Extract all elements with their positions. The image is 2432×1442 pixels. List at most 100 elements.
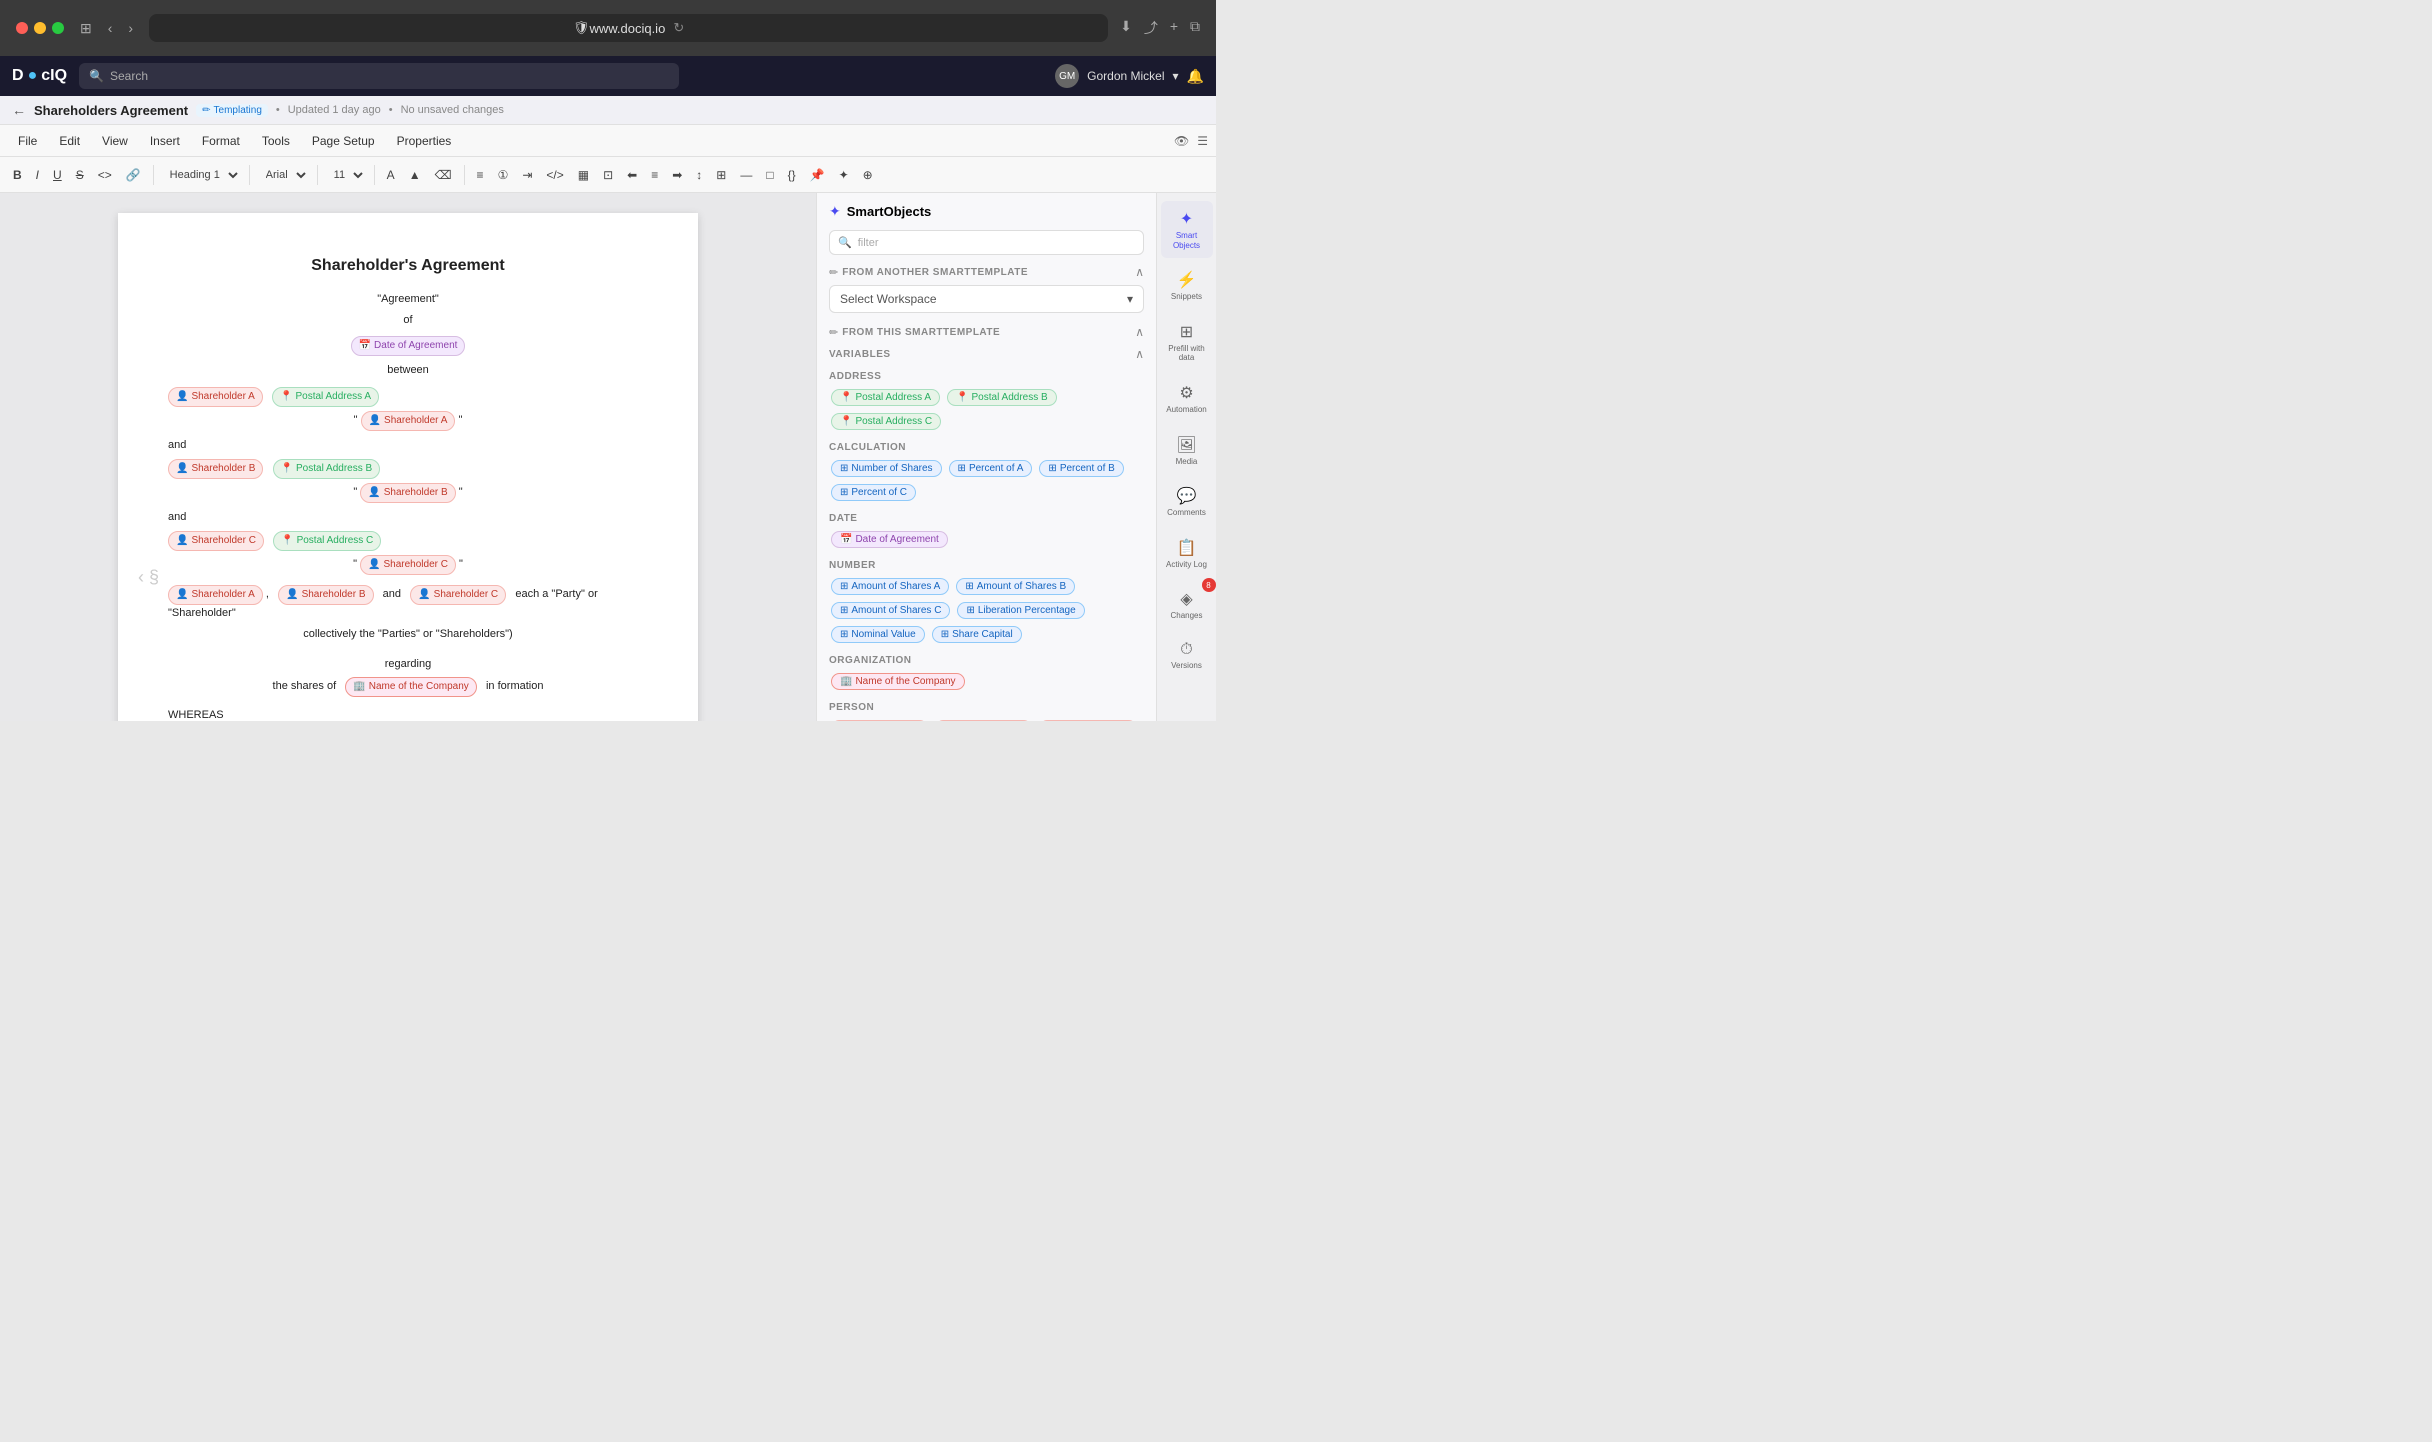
shc-inline-chip[interactable]: 👤 Shareholder C [410,585,506,605]
back-button[interactable]: ← [12,102,26,118]
close-button[interactable] [16,22,28,34]
person-icon-ai: 👤 [176,587,188,603]
tab-media[interactable]: 🖼 Media [1161,427,1213,475]
postal-address-b-chip[interactable]: 📍 Postal Address B [273,459,381,479]
var-liberation-percentage[interactable]: ⊞ Liberation Percentage [957,602,1084,619]
align-left-button[interactable]: ⬅ [622,165,642,185]
minimize-button[interactable] [34,22,46,34]
code-button[interactable]: <> [93,165,117,185]
shareholder-b-chip[interactable]: 👤 Shareholder B [168,459,263,479]
tab-snippets[interactable]: ⚡ Snippets [1161,262,1213,310]
tab-versions[interactable]: ⏱ Versions [1161,633,1213,679]
postal-address-a-chip[interactable]: 📍 Postal Address A [272,387,379,407]
embed-button[interactable]: </> [541,165,568,185]
shareholder-a-chip[interactable]: 👤 Shareholder A [168,387,263,407]
maximize-button[interactable] [52,22,64,34]
tab-comments[interactable]: 💬 Comments [1161,478,1213,526]
var-percent-of-c[interactable]: ⊞ Percent of C [831,484,916,501]
special-button[interactable]: ✦ [834,165,854,185]
formula-button[interactable]: {} [783,165,801,185]
italic-button[interactable]: I [31,165,44,185]
var-shareholder-a[interactable]: 👤 Shareholder A [831,720,928,721]
shape-button[interactable]: □ [761,165,778,185]
format-clear-button[interactable]: ⌫ [430,165,457,185]
table-button[interactable]: ▦ [573,165,594,185]
var-name-of-company[interactable]: 🏢 Name of the Company [831,673,965,690]
from-this-collapse[interactable]: ∧ [1135,325,1144,339]
font-size-select[interactable]: 11 [325,166,367,184]
preview-icon[interactable]: 👁 [1174,134,1189,148]
shareholder-c-chip[interactable]: 👤 Shareholder C [168,531,264,551]
tabs-icon[interactable]: ⧉ [1190,18,1200,38]
menu-format[interactable]: Format [192,130,250,152]
bold-button[interactable]: B [8,165,27,185]
var-postal-address-a[interactable]: 📍 Postal Address A [831,389,940,406]
highlight-button[interactable]: ▲ [404,165,426,185]
var-amount-shares-b[interactable]: ⊞ Amount of Shares B [956,578,1075,595]
divider-insert-button[interactable]: — [735,165,757,185]
align-center-button[interactable]: ≡ [646,165,663,185]
pin-button[interactable]: 📌 [805,165,830,185]
var-amount-shares-a[interactable]: ⊞ Amount of Shares A [831,578,949,595]
underline-button[interactable]: U [48,165,67,185]
menu-icon[interactable]: ☰ [1197,134,1208,148]
tab-prefill[interactable]: ⊞ Prefill with data [1161,314,1213,371]
tab-changes[interactable]: ◈ Changes 8 [1161,581,1213,629]
postal-address-c-chip[interactable]: 📍 Postal Address C [273,531,381,551]
columns-button[interactable]: ⊞ [711,165,731,185]
font-select[interactable]: Arial [257,166,310,184]
more-button[interactable]: ⊕ [858,165,878,185]
back-nav[interactable]: ‹ [104,16,117,40]
var-amount-shares-c[interactable]: ⊞ Amount of Shares C [831,602,950,619]
heading-style-select[interactable]: Heading 1 [161,166,242,184]
var-shareholder-b[interactable]: 👤 Shareholder B [935,720,1032,721]
link-button[interactable]: 🔗 [121,165,146,185]
var-share-capital[interactable]: ⊞ Share Capital [932,626,1022,643]
forward-nav[interactable]: › [124,16,137,40]
shareholder-b-var-chip[interactable]: 👤 Shareholder B [360,483,455,503]
strikethrough-button[interactable]: S [71,165,89,185]
menu-edit[interactable]: Edit [49,130,90,152]
var-percent-of-b[interactable]: ⊞ Percent of B [1039,460,1123,477]
menu-view[interactable]: View [92,130,138,152]
shareholder-c-var-chip[interactable]: 👤 Shareholder C [360,555,456,575]
tab-activity-log[interactable]: 📋 Activity Log [1161,530,1213,578]
var-nominal-value[interactable]: ⊞ Nominal Value [831,626,925,643]
text-color-button[interactable]: A [382,165,400,185]
from-another-collapse[interactable]: ∧ [1135,265,1144,279]
var-number-of-shares[interactable]: ⊞ Number of Shares [831,460,942,477]
indent-button[interactable]: ⇥ [517,165,537,185]
new-tab-icon[interactable]: + [1170,18,1178,38]
menu-properties[interactable]: Properties [387,130,462,152]
sha-inline-chip[interactable]: 👤 Shareholder A [168,585,263,605]
share-icon[interactable]: ⤴ [1144,18,1158,38]
align-right-button[interactable]: ➡ [667,165,687,185]
notification-icon[interactable]: 🔔 [1187,68,1204,85]
var-percent-of-a[interactable]: ⊞ Percent of A [949,460,1033,477]
date-of-agreement-chip[interactable]: 📅 Date of Agreement [351,336,466,356]
line-spacing-button[interactable]: ↕ [691,165,707,185]
workspace-select[interactable]: Select Workspace ▾ [829,285,1144,313]
var-postal-address-b[interactable]: 📍 Postal Address B [947,389,1057,406]
menu-page-setup[interactable]: Page Setup [302,130,385,152]
tab-automation[interactable]: ⚙ Automation [1161,375,1213,423]
var-postal-address-c[interactable]: 📍 Postal Address C [831,413,941,430]
shareholder-a-var-chip[interactable]: 👤 Shareholder A [361,411,456,431]
menu-tools[interactable]: Tools [252,130,300,152]
sidebar-toggle[interactable]: ⊞ [76,16,96,41]
align-button[interactable]: ⊡ [598,165,618,185]
menu-insert[interactable]: Insert [140,130,190,152]
menu-file[interactable]: File [8,130,47,152]
filter-input[interactable]: 🔍 filter [829,230,1144,255]
var-shareholder-c[interactable]: 👤 Shareholder C [1039,720,1137,721]
search-bar[interactable]: 🔍 Search [79,63,679,89]
address-bar[interactable]: 🛡 www.dociq.io ↻ [149,14,1108,42]
shb-inline-chip[interactable]: 👤 Shareholder B [278,585,373,605]
name-of-company-chip[interactable]: 🏢 Name of the Company [345,677,477,697]
numbered-list-button[interactable]: ① [493,165,514,185]
tab-smartobjects[interactable]: ✦ Smart Objects [1161,201,1213,258]
download-icon[interactable]: ⬇ [1120,18,1132,38]
variables-collapse[interactable]: ∧ [1135,347,1144,361]
var-date-of-agreement[interactable]: 📅 Date of Agreement [831,531,948,548]
bullet-list-button[interactable]: ≡ [472,165,489,185]
